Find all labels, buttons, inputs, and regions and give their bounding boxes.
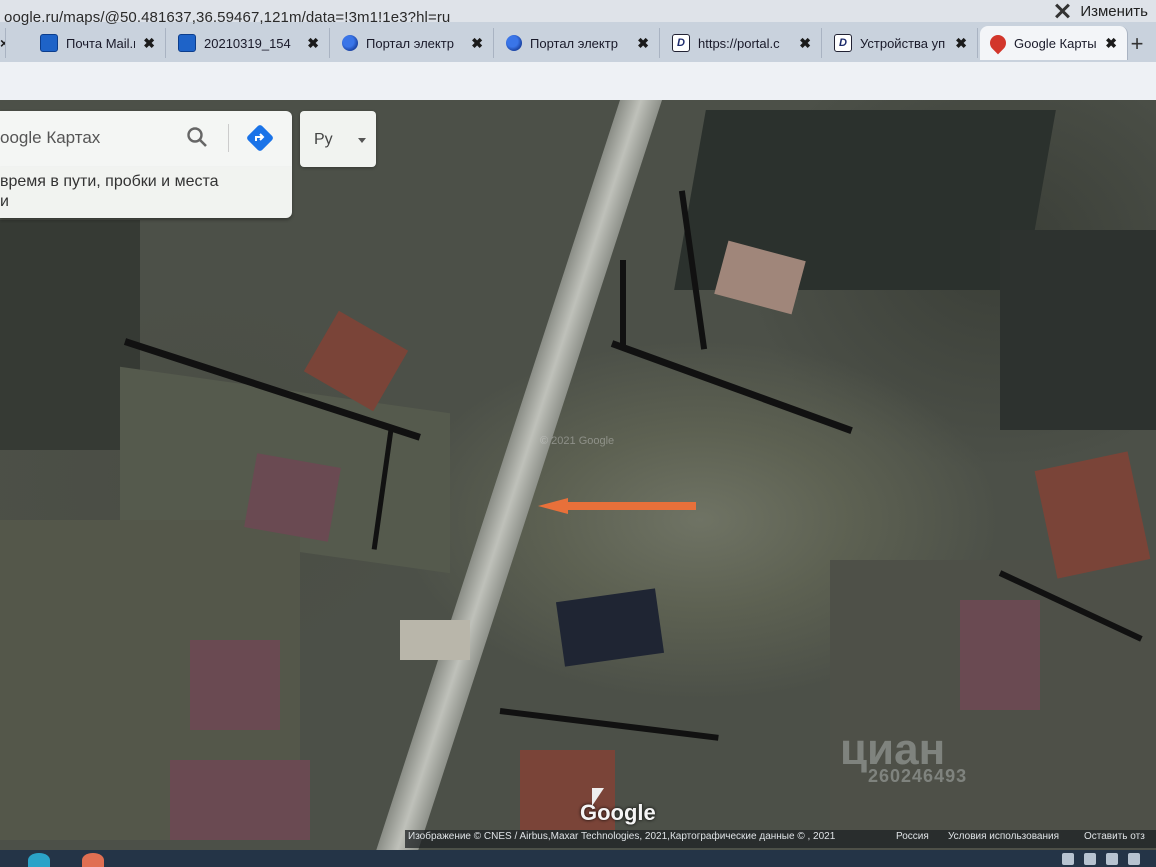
map-roof — [960, 600, 1040, 710]
watermark-id: 260246493 — [868, 766, 968, 786]
globe-icon — [342, 35, 358, 51]
search-divider — [228, 124, 229, 152]
country-link[interactable]: Россия — [896, 831, 929, 842]
close-x-icon — [1052, 2, 1072, 20]
map-fence — [499, 708, 719, 741]
d-logo-icon: D — [834, 34, 852, 52]
map-pin-icon — [986, 31, 1010, 55]
search-hint-line: время в пути, пробки и места — [0, 173, 219, 190]
change-control[interactable]: Изменить — [1052, 0, 1156, 22]
search-icon[interactable] — [186, 126, 208, 148]
mail-icon — [40, 34, 58, 52]
tab-fragment[interactable]: × — [0, 28, 6, 58]
d-logo-icon: D — [672, 34, 690, 52]
tab-label: Устройства уп — [860, 35, 946, 51]
map-roof — [170, 760, 310, 840]
taskbar — [0, 850, 1156, 867]
map-lot — [1000, 230, 1156, 430]
search-input[interactable]: oogle Картах — [0, 128, 100, 148]
arrow-marker-icon — [538, 498, 696, 514]
taskbar-app-icon[interactable] — [82, 853, 104, 867]
tray-icon[interactable] — [1128, 853, 1140, 865]
tab-label: https://portal.c — [698, 35, 780, 51]
tab-label: Портал электр — [366, 35, 454, 51]
tab-close-icon[interactable]: ✖ — [143, 35, 155, 52]
globe-icon — [506, 35, 522, 51]
language-label: Ру — [314, 131, 333, 148]
tab-portal-url[interactable]: D https://portal.c ✖ — [662, 28, 822, 58]
tab-devices[interactable]: D Устройства уп ✖ — [824, 28, 978, 58]
mail-icon — [178, 34, 196, 52]
map-roof — [400, 620, 470, 660]
map-roof — [244, 453, 341, 542]
tab-label: Почта Mail.ru — [66, 35, 135, 51]
tab-close-icon[interactable]: ✖ — [799, 35, 811, 52]
tab-close-icon[interactable]: ✖ — [1105, 35, 1117, 52]
map-fence — [620, 260, 626, 350]
feedback-link[interactable]: Оставить отз — [1084, 831, 1145, 842]
tab-email-file[interactable]: 20210319_154 ✖ — [168, 28, 330, 58]
tab-label: Google Карты — [1014, 35, 1097, 51]
faint-watermark: © 2021 Google — [540, 435, 615, 447]
tab-label: 20210319_154 — [204, 35, 291, 51]
change-label: Изменить — [1080, 2, 1148, 20]
search-hint-line: и — [0, 193, 9, 210]
tab-bar: × Почта Mail.ru ✖ 20210319_154 ✖ Портал … — [0, 22, 1156, 63]
attribution-text: Изображение © CNES / Airbus,Maxar Techno… — [408, 831, 836, 842]
tab-label: Портал электр — [530, 35, 618, 51]
new-tab-plus-icon[interactable]: + — [1124, 32, 1150, 58]
directions-icon[interactable] — [246, 124, 274, 152]
tray-icon[interactable] — [1106, 853, 1118, 865]
address-url[interactable]: oogle.ru/maps/@50.481637,36.59467,121m/d… — [4, 9, 450, 26]
tab-google-maps[interactable]: Google Карты ✖ — [980, 26, 1128, 60]
address-bar[interactable] — [0, 62, 1156, 101]
tab-portal-1[interactable]: Портал электр ✖ — [332, 28, 494, 58]
tab-close-icon[interactable]: ✖ — [307, 35, 319, 52]
tab-close-icon[interactable]: ✖ — [637, 35, 649, 52]
chevron-down-icon[interactable] — [358, 138, 366, 143]
close-icon[interactable]: × — [0, 35, 5, 51]
terms-link[interactable]: Условия использования — [948, 831, 1059, 842]
tab-close-icon[interactable]: ✖ — [471, 35, 483, 52]
mouse-cursor-icon — [592, 788, 604, 806]
tab-portal-2[interactable]: Портал электр ✖ — [496, 28, 660, 58]
map-lot — [0, 220, 140, 450]
tab-mail[interactable]: Почта Mail.ru ✖ — [30, 28, 166, 58]
tray-icon[interactable] — [1084, 853, 1096, 865]
map-roof — [555, 588, 665, 667]
map-roof — [190, 640, 280, 730]
tray-icon[interactable] — [1062, 853, 1074, 865]
map-fence — [610, 340, 853, 435]
tab-close-icon[interactable]: ✖ — [955, 35, 967, 52]
taskbar-app-icon[interactable] — [28, 853, 50, 867]
